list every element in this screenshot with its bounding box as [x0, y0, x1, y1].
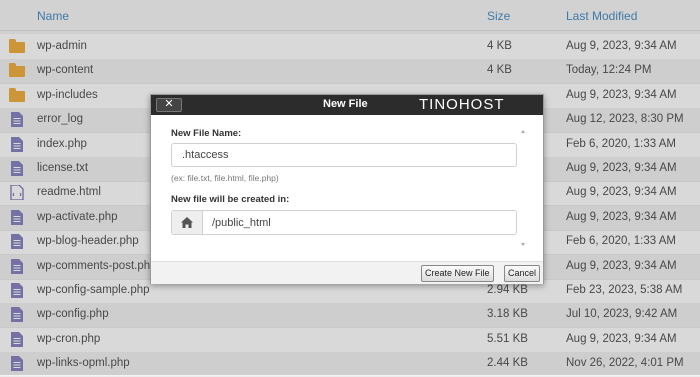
file-name-label: New File Name:: [171, 128, 242, 139]
dialog-footer: Create New File Cancel: [151, 261, 543, 284]
close-button[interactable]: ✕: [156, 98, 182, 112]
create-new-file-button[interactable]: Create New File: [421, 265, 494, 282]
scrollbar-arrows-icon: [521, 130, 525, 246]
brand-logo: TINOHOST: [419, 96, 505, 113]
cancel-button[interactable]: Cancel: [504, 265, 541, 282]
dialog-titlebar: ✕ New File TINOHOST: [151, 95, 543, 115]
home-addon: [172, 211, 203, 234]
new-file-dialog: ✕ New File TINOHOST New File Name: .htac…: [150, 94, 544, 284]
location-field[interactable]: /public_html: [171, 210, 517, 235]
dialog-body: New File Name: .htaccess (ex: file.txt, …: [161, 123, 531, 253]
file-name-input[interactable]: .htaccess: [171, 143, 517, 167]
location-value: /public_html: [212, 217, 271, 229]
dialog-title: New File: [323, 98, 368, 110]
location-label: New file will be created in:: [171, 194, 290, 205]
home-icon: [181, 217, 193, 228]
dialog-scrollbar[interactable]: [518, 125, 528, 251]
file-name-hint: (ex: file.txt, file.html, file.php): [171, 173, 279, 183]
